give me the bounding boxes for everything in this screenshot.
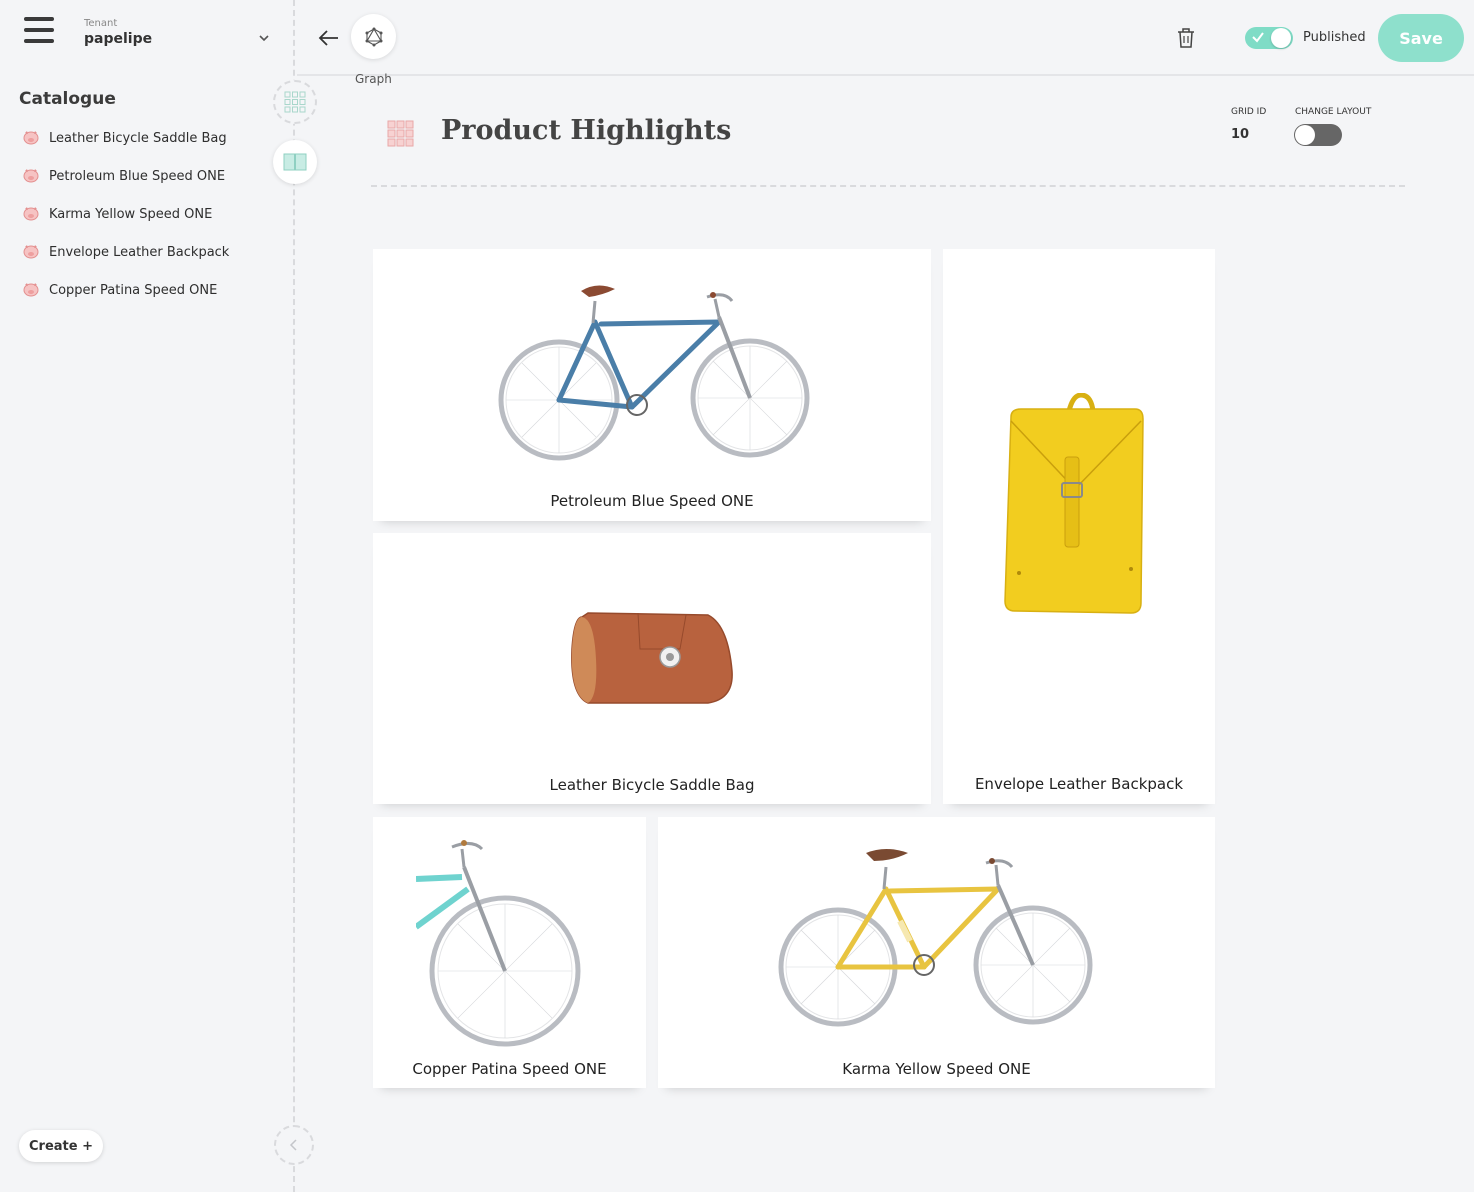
pig-icon <box>23 283 39 297</box>
product-tile-label: Leather Bicycle Saddle Bag <box>549 776 755 794</box>
catalogue-item[interactable]: Karma Yellow Speed ONE <box>22 204 229 242</box>
divider <box>371 185 1405 187</box>
check-icon <box>1252 32 1264 43</box>
catalogue-item-label: Petroleum Blue Speed ONE <box>49 169 226 184</box>
product-tile-label: Karma Yellow Speed ONE <box>842 1060 1031 1078</box>
product-tile[interactable]: Petroleum Blue Speed ONE <box>373 249 931 521</box>
saddle-bag-image <box>571 612 733 704</box>
product-tile[interactable]: Envelope Leather Backpack <box>943 249 1215 804</box>
pig-icon <box>23 207 39 221</box>
catalogue-list: Leather Bicycle Saddle Bag Petroleum Blu… <box>22 128 229 318</box>
collapse-sidebar-button[interactable] <box>274 1125 314 1165</box>
product-tile[interactable]: Copper Patina Speed ONE <box>373 817 646 1088</box>
pig-icon <box>23 245 39 259</box>
catalogue-item-label: Karma Yellow Speed ONE <box>49 207 213 222</box>
catalogue-item[interactable]: Envelope Leather Backpack <box>22 242 229 280</box>
back-arrow-icon[interactable] <box>317 26 341 50</box>
catalogue-item[interactable]: Copper Patina Speed ONE <box>22 280 229 318</box>
product-tile[interactable]: Karma Yellow Speed ONE <box>658 817 1215 1088</box>
menu-icon[interactable] <box>24 17 54 45</box>
change-layout-label: CHANGE LAYOUT <box>1295 107 1372 117</box>
catalogue-view-button[interactable] <box>273 140 317 184</box>
yellow-backpack-image <box>1004 393 1144 614</box>
catalogue-title: Catalogue <box>19 89 116 109</box>
graph-label: Graph <box>355 72 392 86</box>
catalogue-item[interactable]: Leather Bicycle Saddle Bag <box>22 128 229 166</box>
pig-icon <box>23 131 39 145</box>
pig-icon <box>23 169 39 183</box>
catalogue-item-label: Copper Patina Speed ONE <box>49 283 218 298</box>
grid-id-value: 10 <box>1231 127 1250 142</box>
toggle-knob <box>1271 28 1291 48</box>
product-tile-label: Copper Patina Speed ONE <box>412 1060 607 1078</box>
chevron-left-icon <box>289 1139 297 1151</box>
publish-toggle[interactable] <box>1245 27 1293 49</box>
catalogue-item-label: Envelope Leather Backpack <box>49 245 230 260</box>
yellow-bicycle-image <box>778 849 1093 1027</box>
graph-button[interactable] <box>351 14 396 59</box>
tenant-label: Tenant <box>84 18 118 29</box>
tenant-name[interactable]: papelipe <box>84 31 152 47</box>
trash-icon[interactable] <box>1175 26 1197 50</box>
blue-bicycle-image <box>498 285 810 461</box>
book-icon <box>283 153 307 171</box>
save-button[interactable]: Save <box>1378 14 1464 62</box>
page-title: Product Highlights <box>441 115 732 146</box>
product-tile-label: Petroleum Blue Speed ONE <box>550 492 754 510</box>
catalogue-item[interactable]: Petroleum Blue Speed ONE <box>22 166 229 204</box>
product-tile[interactable]: Leather Bicycle Saddle Bag <box>373 533 931 804</box>
catalogue-item-label: Leather Bicycle Saddle Bag <box>49 131 227 146</box>
change-layout-toggle[interactable] <box>1294 124 1342 146</box>
graphql-icon <box>365 27 382 46</box>
grid-view-button[interactable] <box>273 80 317 124</box>
grid-id-label: GRID ID <box>1231 107 1267 117</box>
grid-icon <box>284 91 306 113</box>
chevron-down-icon[interactable] <box>256 30 272 46</box>
create-button[interactable]: Create + <box>19 1130 103 1162</box>
sidebar: Tenant papelipe Catalogue Leather Bicycl… <box>0 0 295 1192</box>
teal-bicycle-image <box>416 840 581 1047</box>
published-label: Published <box>1303 30 1366 45</box>
product-tile-label: Envelope Leather Backpack <box>974 775 1184 793</box>
top-bar: Graph Published Save <box>297 0 1474 86</box>
toggle-knob <box>1295 125 1315 145</box>
grid-icon <box>387 120 414 147</box>
